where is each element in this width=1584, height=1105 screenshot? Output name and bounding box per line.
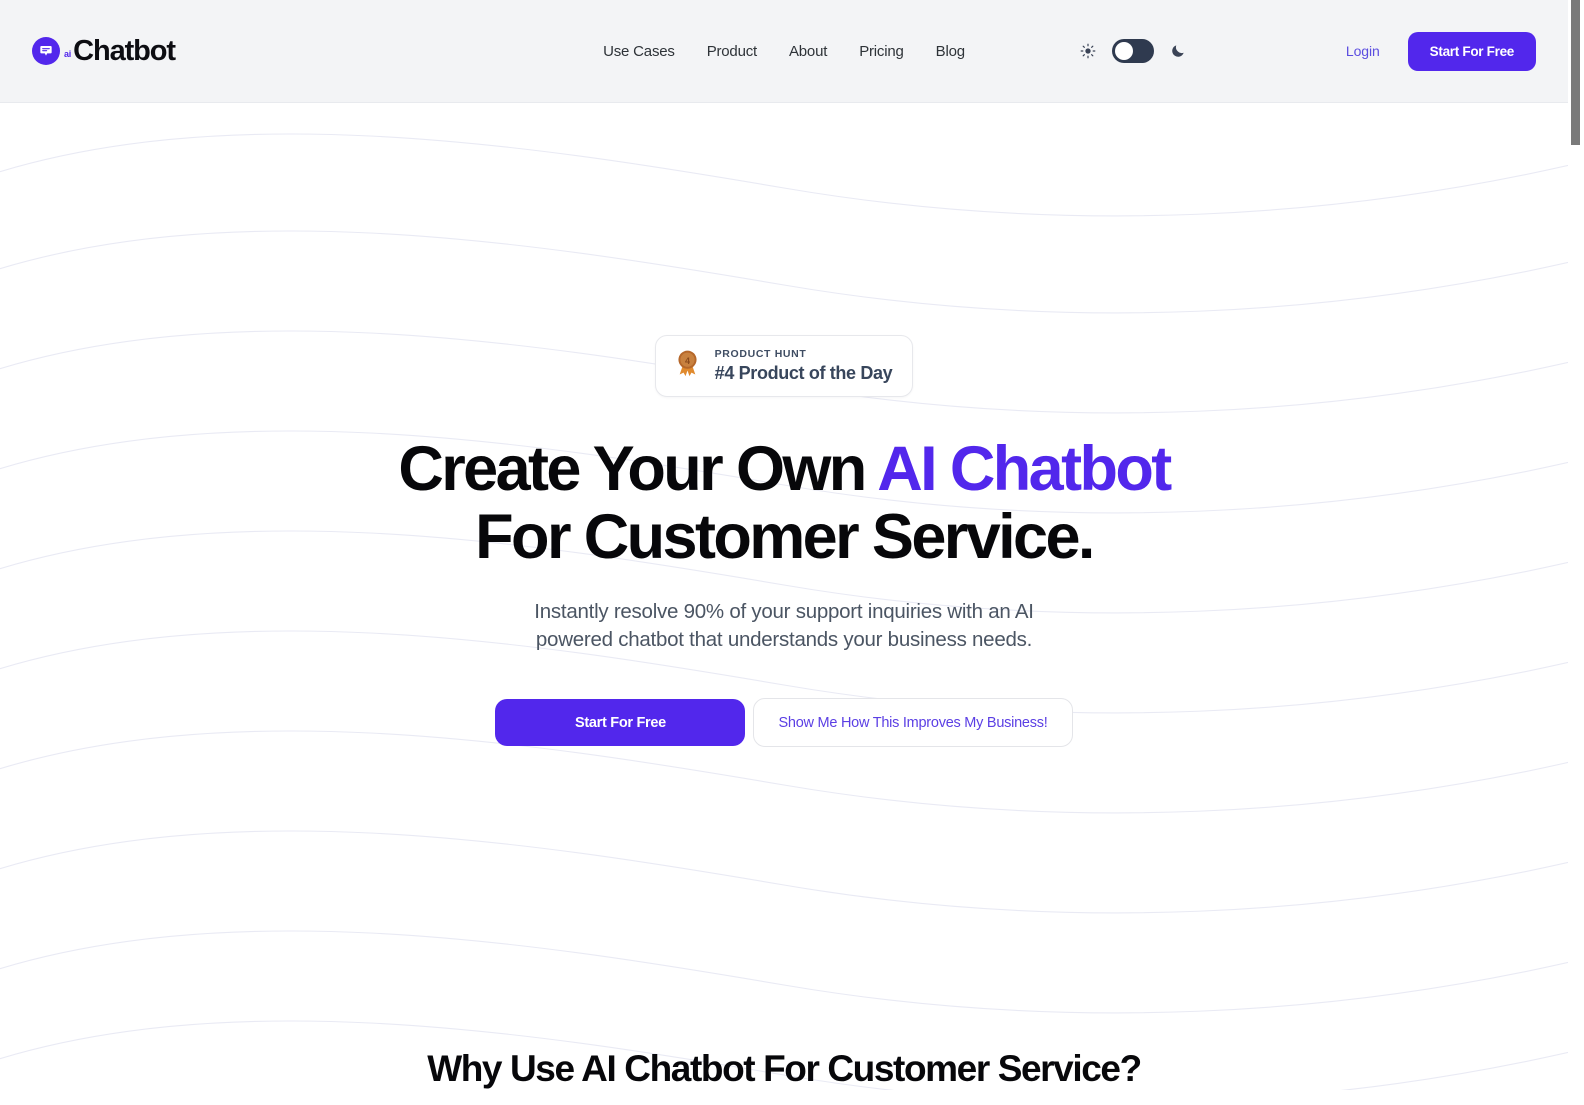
- nav-item-product[interactable]: Product: [707, 43, 757, 60]
- sun-icon[interactable]: [1078, 41, 1098, 61]
- header-actions: Login Start For Free: [1346, 31, 1536, 71]
- brand-logo[interactable]: ai Chatbot: [32, 34, 176, 67]
- nav-item-blog[interactable]: Blog: [936, 43, 965, 60]
- theme-toggle-knob: [1115, 42, 1133, 60]
- moon-icon[interactable]: [1168, 41, 1188, 61]
- product-hunt-title: #4 Product of the Day: [714, 362, 893, 383]
- product-hunt-badge[interactable]: 4 PRODUCT HUNT #4 Product of the Day: [654, 335, 914, 397]
- chat-bubble-icon: [32, 37, 60, 65]
- hero-section: 4 PRODUCT HUNT #4 Product of the Day Cre…: [0, 103, 1568, 1090]
- product-hunt-kicker: PRODUCT HUNT: [714, 348, 807, 360]
- hero-start-for-free-button[interactable]: Start For Free: [495, 699, 746, 747]
- medal-icon: 4: [674, 349, 701, 382]
- header-start-for-free-button[interactable]: Start For Free: [1407, 31, 1536, 71]
- why-use-section: Why Use AI Chatbot For Customer Service?: [0, 1049, 1568, 1090]
- nav-item-pricing[interactable]: Pricing: [859, 43, 904, 60]
- hero-title-line1-accent: AI Chatbot: [877, 433, 1172, 504]
- section-heading: Why Use AI Chatbot For Customer Service?: [427, 1048, 1142, 1090]
- hero-learn-more-button[interactable]: Show Me How This Improves My Business!: [753, 698, 1073, 748]
- scrollbar-thumb[interactable]: [1571, 0, 1580, 145]
- page-title: Create Your Own AI Chatbot For Customer …: [0, 435, 1568, 571]
- hero-subtitle: Instantly resolve 90% of your support in…: [534, 599, 1034, 651]
- nav-item-use-cases[interactable]: Use Cases: [603, 43, 675, 60]
- theme-toggle[interactable]: [1112, 39, 1154, 63]
- main-nav: Use Cases Product About Pricing Blog: [603, 43, 965, 60]
- hero-cta-group: Start For Free Show Me How This Improves…: [0, 698, 1568, 748]
- theme-switcher: [1078, 39, 1188, 63]
- brand-name: Chatbot: [73, 34, 176, 67]
- nav-item-about[interactable]: About: [789, 43, 827, 60]
- page-scrollbar[interactable]: [1568, 0, 1584, 1105]
- hero-title-line2: For Customer Service.: [475, 501, 1095, 572]
- login-link[interactable]: Login: [1346, 43, 1380, 59]
- svg-text:4: 4: [685, 356, 690, 366]
- hero-title-line1-plain: Create Your Own: [398, 433, 878, 504]
- brand-superscript: ai: [64, 49, 72, 59]
- site-header: ai Chatbot Use Cases Product About Prici…: [0, 0, 1568, 103]
